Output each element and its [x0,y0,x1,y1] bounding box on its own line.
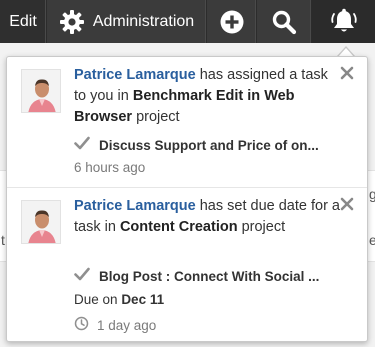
edit-menu-button[interactable]: Edit [0,0,47,43]
checkmark-icon [74,136,90,155]
top-navbar: Edit Administration [0,0,375,43]
notification-message: Patrice Lamarque has set due date for a … [74,196,344,238]
gear-icon [59,9,85,35]
search-button[interactable] [257,0,312,43]
background-text-fragment: t [1,232,5,248]
due-date-line: Due on Dec 11 [74,292,164,307]
task-title: Discuss Support and Price of on... [99,137,319,153]
task-reference[interactable]: Discuss Support and Price of on... [74,135,346,155]
add-button[interactable] [207,0,257,43]
notification-item[interactable]: Patrice Lamarque has assigned a task to … [7,57,367,187]
actor-link[interactable]: Patrice Lamarque [74,67,196,83]
task-title: Blog Post : Connect With Social ... [99,268,320,284]
task-reference[interactable]: Blog Post : Connect With Social ... [74,266,346,286]
notification-message: Patrice Lamarque has assigned a task to … [74,65,344,128]
message-text: project [241,219,286,235]
clock-icon [74,316,89,334]
project-link[interactable]: Content Creation [120,219,238,235]
avatar [21,200,61,244]
search-icon [271,9,297,35]
due-date: Dec 11 [121,292,165,307]
plus-circle-icon [219,9,245,35]
timestamp: 6 hours ago [74,160,146,175]
message-text: project [136,109,180,125]
timestamp: 1 day ago [97,317,157,333]
notifications-popover: Patrice Lamarque has assigned a task to … [6,56,368,342]
notifications-button[interactable] [312,0,375,43]
notification-item[interactable]: Patrice Lamarque has set due date for a … [7,187,367,342]
administration-menu-button[interactable]: Administration [47,0,207,43]
actor-link[interactable]: Patrice Lamarque [74,198,196,214]
avatar [21,69,61,113]
bell-icon [329,8,359,36]
checkmark-icon [74,267,90,286]
administration-label: Administration [92,12,195,30]
due-prefix: Due on [74,292,118,307]
edit-label: Edit [9,12,37,30]
timestamp-line: 1 day ago [74,316,156,334]
background-text-fragment: e [369,232,375,248]
background-text-fragment: g [369,186,375,202]
